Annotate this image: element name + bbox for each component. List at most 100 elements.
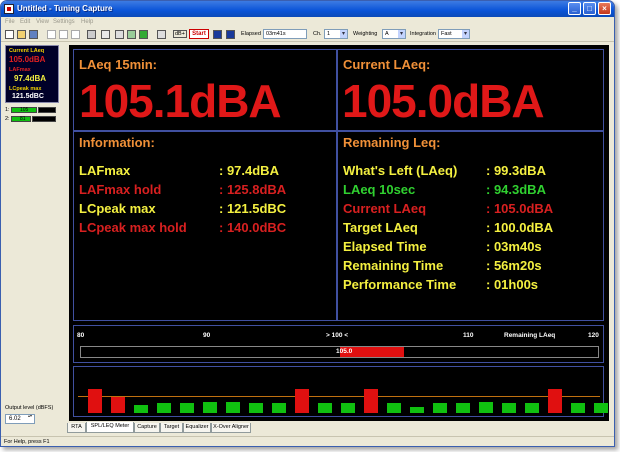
- level-scale-panel: 80 90 > 100 < 110 Remaining LAeq 120 105…: [73, 325, 604, 363]
- stop-icon[interactable]: [226, 30, 235, 39]
- remaining-row-label: Elapsed Time: [343, 239, 427, 254]
- history-bar: [180, 403, 194, 413]
- history-bar: [203, 402, 217, 413]
- tab-spl-leq-meter[interactable]: SPL/LEQ Meter: [86, 422, 134, 433]
- remaining-row-label: Performance Time: [343, 277, 457, 292]
- information-row-value: : 140.0dBC: [219, 220, 287, 235]
- remaining-row-value: : 94.3dBA: [486, 182, 546, 197]
- tab-equalizer[interactable]: Equalizer: [183, 423, 211, 433]
- close-button[interactable]: ×: [598, 2, 611, 15]
- tab-capture[interactable]: Capture: [134, 423, 160, 433]
- new-file-icon[interactable]: [5, 30, 14, 39]
- history-bar: [502, 403, 516, 413]
- maximize-button[interactable]: □: [583, 2, 596, 15]
- history-bar: [410, 407, 424, 413]
- app-window: Untitled - Tuning Capture _ □ × File Edi…: [0, 0, 615, 447]
- level-bar-value: 105.0: [336, 348, 353, 355]
- status-bar: For Help, press F1: [1, 436, 614, 446]
- channel-meter-value: 81: [20, 116, 26, 122]
- db-plus-button[interactable]: dB+: [173, 30, 187, 38]
- spl-meter-display: LAeq 15min: 105.1dBA Current LAeq: 105.0…: [69, 45, 609, 421]
- remaining-row-value: : 99.3dBA: [486, 163, 546, 178]
- information-row-label: LCpeak max hold: [79, 220, 187, 235]
- information-row-value: : 121.5dBC: [219, 201, 287, 216]
- scale-label-110: 110: [463, 332, 474, 339]
- tab-target[interactable]: Target: [160, 423, 183, 433]
- menu-help[interactable]: Help: [81, 19, 93, 25]
- information-row-label: LCpeak max: [79, 201, 156, 216]
- laeq15-value: 105.1dBA: [79, 75, 282, 127]
- mini-value-lafmax: 97.4dBA: [14, 74, 47, 83]
- tool-green-icon[interactable]: [139, 30, 148, 39]
- tool-f-icon[interactable]: [115, 30, 124, 39]
- tab-x-over-aligner[interactable]: X-Over Aligner: [211, 423, 251, 433]
- history-bar: [249, 403, 263, 413]
- remaining-row-value: : 100.0dBA: [486, 220, 554, 235]
- remaining-row-label: Remaining Time: [343, 258, 444, 273]
- help-cursor-icon[interactable]: [101, 30, 110, 39]
- app-icon: [4, 4, 14, 14]
- laeq15-title: LAeq 15min:: [79, 57, 158, 72]
- menu-settings[interactable]: Settings: [53, 19, 75, 25]
- remaining-row-label: What's Left (LAeq): [343, 163, 458, 178]
- open-folder-icon[interactable]: [17, 30, 26, 39]
- menu-view[interactable]: View: [36, 19, 49, 25]
- channel-label: Ch.: [313, 31, 322, 37]
- history-bar: [479, 402, 493, 413]
- remaining-row-value: : 03m40s: [486, 239, 542, 254]
- target-line: [78, 396, 600, 397]
- history-bar: [157, 403, 171, 413]
- paste-icon[interactable]: [71, 30, 80, 39]
- scale-label-100: > 100 <: [326, 332, 349, 339]
- weighting-select[interactable]: A: [382, 29, 406, 39]
- scale-label-80: 80: [77, 332, 85, 339]
- scale-label-120: 120: [588, 332, 599, 339]
- remaining-row-value: : 56m20s: [486, 258, 542, 273]
- print-icon[interactable]: [87, 30, 96, 39]
- information-row-label: LAFmax hold: [79, 182, 162, 197]
- history-bar: [594, 403, 608, 413]
- history-bar: [318, 403, 332, 413]
- output-level-spinner[interactable]: 6.02: [5, 414, 35, 424]
- probe-icon[interactable]: [157, 30, 166, 39]
- start-button[interactable]: Start: [189, 29, 209, 39]
- history-bar: [525, 403, 539, 413]
- mini-label-lcpeak: LCpeak max: [9, 86, 42, 92]
- remaining-panel: Remaining Leq: What's Left (LAeq): 99.3d…: [337, 131, 604, 321]
- title-bar[interactable]: Untitled - Tuning Capture _ □ ×: [1, 1, 614, 17]
- cut-icon[interactable]: [47, 30, 56, 39]
- channel-meter-bar: 81: [11, 116, 31, 122]
- history-bar: [111, 397, 125, 413]
- information-title: Information:: [79, 135, 155, 150]
- information-panel: Information: LAFmax: 97.4dBA LAFmax hold:…: [73, 131, 337, 321]
- remaining-row-label: Current LAeq: [343, 201, 427, 216]
- menu-file[interactable]: File: [5, 19, 15, 25]
- left-panel: Current LAeq 105.0dBA LAFmax 97.4dBA LCp…: [1, 43, 66, 436]
- menu-bar: File Edit View Settings Help: [1, 17, 614, 27]
- history-bar: [226, 402, 240, 413]
- history-bar: [387, 403, 401, 413]
- integration-label: Integration: [410, 31, 436, 37]
- history-bar: [433, 403, 447, 413]
- minimize-button[interactable]: _: [568, 2, 581, 15]
- history-bar: [571, 403, 585, 413]
- menu-edit[interactable]: Edit: [20, 19, 30, 25]
- channel-select[interactable]: 1: [324, 29, 348, 39]
- remaining-row-label: Target LAeq: [343, 220, 418, 235]
- history-bar: [548, 389, 562, 413]
- tab-rta[interactable]: RTA: [67, 423, 86, 433]
- integration-select[interactable]: Fast: [438, 29, 470, 39]
- level-bar: 105.0: [80, 346, 599, 358]
- channel-meter-label: 1:: [5, 107, 10, 113]
- tool-flag-icon[interactable]: [127, 30, 136, 39]
- save-icon[interactable]: [29, 30, 38, 39]
- copy-icon[interactable]: [59, 30, 68, 39]
- history-bar: [88, 389, 102, 413]
- status-text: For Help, press F1: [4, 439, 50, 445]
- channel-meter-label: 2:: [5, 116, 10, 122]
- window-title: Untitled - Tuning Capture: [17, 4, 113, 13]
- scale-label-remaining: Remaining LAeq: [504, 332, 556, 339]
- channel-meter-2: 2: 81: [5, 116, 56, 123]
- pause-icon[interactable]: [213, 30, 222, 39]
- remaining-row-value: : 01h00s: [486, 277, 539, 292]
